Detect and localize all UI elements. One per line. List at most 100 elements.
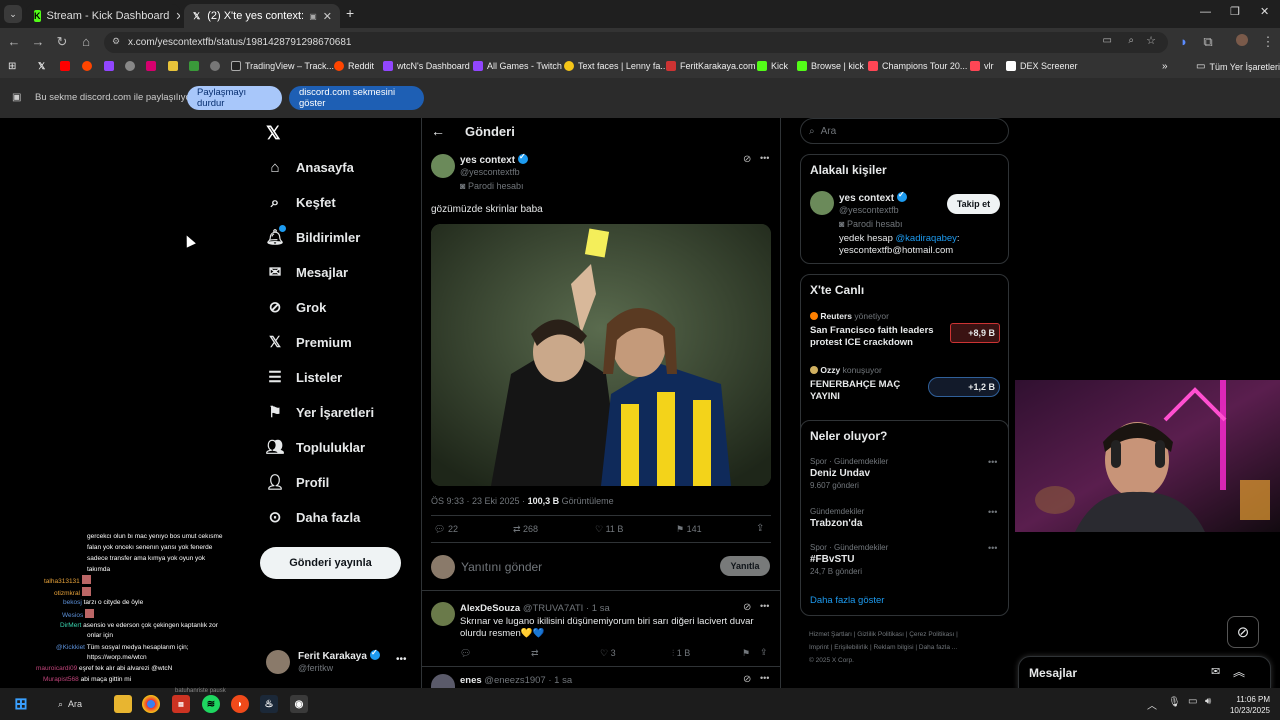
spotify-icon[interactable]: ≋ — [202, 695, 220, 713]
all-bookmarks-folder[interactable]: ▭ Tüm Yer İşaretleri — [1196, 61, 1280, 72]
footer-link[interactable]: Daha fazla ... — [919, 644, 957, 651]
bookmark-youtube[interactable] — [60, 61, 70, 71]
bookmark-reddit-icon[interactable] — [82, 61, 92, 71]
bookmark-icon[interactable]: ⚑ — [742, 648, 750, 659]
related-handle[interactable]: @yescontextfb — [839, 205, 899, 215]
footer-link[interactable]: Imprint — [809, 644, 829, 651]
more-icon[interactable]: ••• — [988, 543, 997, 553]
app-icon[interactable]: ▤ — [172, 695, 190, 713]
reply-handle[interactable]: @eneezs1907 — [484, 675, 545, 686]
forward-icon[interactable]: → — [30, 34, 46, 50]
omnibox[interactable]: ⚙ x.com/yescontextfb/status/198142879129… — [104, 32, 1168, 53]
nav-notifications[interactable]: 🔔︎ Bildirimler — [265, 225, 360, 246]
like-action[interactable]: ♡ 3 — [600, 648, 616, 659]
zoom-icon[interactable]: ⌕ — [1128, 35, 1134, 46]
like-action[interactable]: ♡ 11 B — [595, 524, 623, 535]
more-icon[interactable]: ••• — [988, 507, 997, 517]
bookmark-feritkarakaya[interactable]: FeritKarakaya.com — [666, 61, 756, 71]
bookmark-star-icon[interactable]: ☆ — [1146, 34, 1156, 47]
post-time[interactable]: ÖS 9:33 · 23 Eki 2025 · — [431, 496, 525, 506]
new-message-icon[interactable]: ✉ — [1211, 665, 1220, 678]
taskbar-search[interactable]: ⌕ Ara — [48, 695, 104, 713]
apps-icon[interactable]: ⊞ — [8, 61, 16, 72]
nav-communities[interactable]: 👥︎ Topluluklar — [265, 438, 365, 456]
tab-kick-dashboard[interactable]: K Stream - Kick Dashboard ✕ — [26, 4, 180, 28]
reply-avatar[interactable] — [431, 674, 455, 688]
home-icon[interactable]: ⌂ — [78, 34, 94, 50]
stop-sharing-button[interactable]: Paylaşmayı durdur — [187, 86, 282, 110]
brave-icon[interactable]: ◗ — [231, 695, 249, 713]
bookmark-g-icon[interactable] — [168, 61, 178, 71]
footer-link[interactable]: Gizlilik Politikası — [857, 631, 904, 638]
messages-drawer[interactable]: Mesajlar ✉ ︽ — [1018, 656, 1271, 690]
trend-item[interactable]: Spor · Gündemdekiler #FBvSTU 24,7 B gönd… — [810, 543, 1002, 577]
post-author[interactable]: yes context — [460, 152, 529, 166]
reload-icon[interactable]: ↻ — [54, 34, 70, 50]
views-action[interactable]: ⫶ 1 B — [672, 648, 690, 659]
more-icon[interactable]: ••• — [760, 601, 769, 611]
search-input[interactable]: ⌕ Ara — [800, 118, 1009, 144]
trend-item[interactable]: Spor · Gündemdekiler Deniz Undav 9.607 g… — [810, 457, 1002, 491]
bookmark-kick[interactable]: Kick — [757, 61, 788, 71]
more-icon[interactable]: ••• — [760, 673, 769, 683]
bookmark-action[interactable]: ⚑ 141 — [676, 524, 702, 535]
tab-x-post[interactable]: 𝕏 (2) X'te yes context: "gözüm ▣ ✕ — [184, 4, 340, 28]
volume-icon[interactable]: 🔊︎ — [1205, 696, 1211, 707]
bookmark-yahoo-icon[interactable] — [146, 61, 156, 71]
tab-search-button[interactable]: ⌄ — [4, 5, 22, 23]
bookmark-twitch-icon[interactable] — [104, 61, 114, 71]
more-icon[interactable]: ••• — [760, 153, 769, 163]
show-more-link[interactable]: Daha fazla göster — [810, 595, 884, 606]
back-icon[interactable]: ← — [6, 34, 22, 50]
footer-link[interactable]: Reklam bilgisi — [873, 644, 913, 651]
grok-icon[interactable]: ⊘ — [743, 602, 751, 613]
x-logo-icon[interactable]: 𝕏 — [266, 123, 281, 144]
site-info-icon[interactable]: ⚙ — [112, 36, 120, 47]
footer-link[interactable]: Hizmet Şartları — [809, 631, 852, 638]
bookmark-dex-screener[interactable]: DEX Screener — [1006, 61, 1078, 71]
more-icon[interactable]: ••• — [988, 457, 997, 467]
steam-icon[interactable]: ♨ — [260, 695, 278, 713]
footer-link[interactable]: Çerez Politikası — [909, 631, 954, 638]
bookmark-vlr[interactable]: vlr — [970, 61, 994, 71]
live-item-reuters[interactable]: Reuters yönetiyor San Francisco faith le… — [810, 311, 1002, 351]
nav-messages[interactable]: ✉ Mesajlar — [266, 263, 348, 281]
extensions-puzzle-icon[interactable]: ⧉ — [1200, 34, 1216, 50]
tray-chevron-icon[interactable]: ︿ — [1147, 697, 1157, 712]
back-arrow-icon[interactable]: ← — [431, 123, 445, 139]
grok-icon[interactable]: ⊘ — [743, 674, 751, 685]
post-image[interactable] — [431, 224, 771, 486]
nav-lists[interactable]: ☰ Listeler — [266, 368, 342, 386]
account-switcher[interactable]: Ferit Karakaya @feritkw ••• — [266, 646, 411, 678]
bookmark-champions-tour[interactable]: Champions Tour 20... — [868, 61, 967, 71]
reply-icon[interactable]: 💬︎ — [460, 648, 471, 659]
bookmark-browse-kick[interactable]: Browse | kick — [797, 61, 864, 71]
expand-icon[interactable]: ︽ — [1233, 663, 1245, 680]
file-explorer-icon[interactable] — [114, 695, 132, 713]
post-button[interactable]: Gönderi yayınla — [260, 547, 401, 579]
nav-more[interactable]: ⊙ Daha fazla — [266, 508, 361, 526]
reply-author[interactable]: enes — [460, 675, 482, 686]
nav-explore[interactable]: ⌕ Keşfet — [266, 193, 336, 211]
reply-action[interactable]: 💬︎ 22 — [434, 524, 458, 535]
reply-time[interactable]: · 1 sa — [586, 603, 610, 614]
reply-handle[interactable]: @TRUVA7ATI — [523, 603, 584, 614]
more-bookmarks-icon[interactable]: » — [1162, 61, 1168, 72]
menu-icon[interactable]: ⋮ — [1260, 34, 1276, 50]
close-window-button[interactable]: ✕ — [1260, 5, 1269, 18]
extension-icon[interactable]: ◗ — [1176, 34, 1192, 50]
maximize-button[interactable]: ❐ — [1230, 5, 1240, 18]
reply-button[interactable]: Yanıtla — [720, 556, 770, 576]
bio-mention[interactable]: @kadiraqabey — [896, 233, 957, 244]
close-icon[interactable]: ✕ — [323, 10, 332, 23]
live-item-ozzy[interactable]: Ozzy konuşuyor FENERBAHÇE MAÇ YAYINI +1,… — [810, 365, 1002, 405]
reply-time[interactable]: · 1 sa — [548, 675, 572, 686]
new-tab-button[interactable]: + — [346, 5, 354, 21]
author-avatar[interactable] — [431, 154, 455, 178]
bookmark-green-icon[interactable] — [189, 61, 199, 71]
bookmark-tradingview[interactable]: TradingView – Track... — [231, 61, 334, 71]
reply-author[interactable]: AlexDeSouza — [460, 603, 520, 614]
grok-floating-button[interactable]: ⊘ — [1227, 616, 1259, 648]
microphone-icon[interactable]: 🎙︎ — [1168, 697, 1181, 708]
nav-grok[interactable]: ⊘ Grok — [266, 298, 327, 316]
